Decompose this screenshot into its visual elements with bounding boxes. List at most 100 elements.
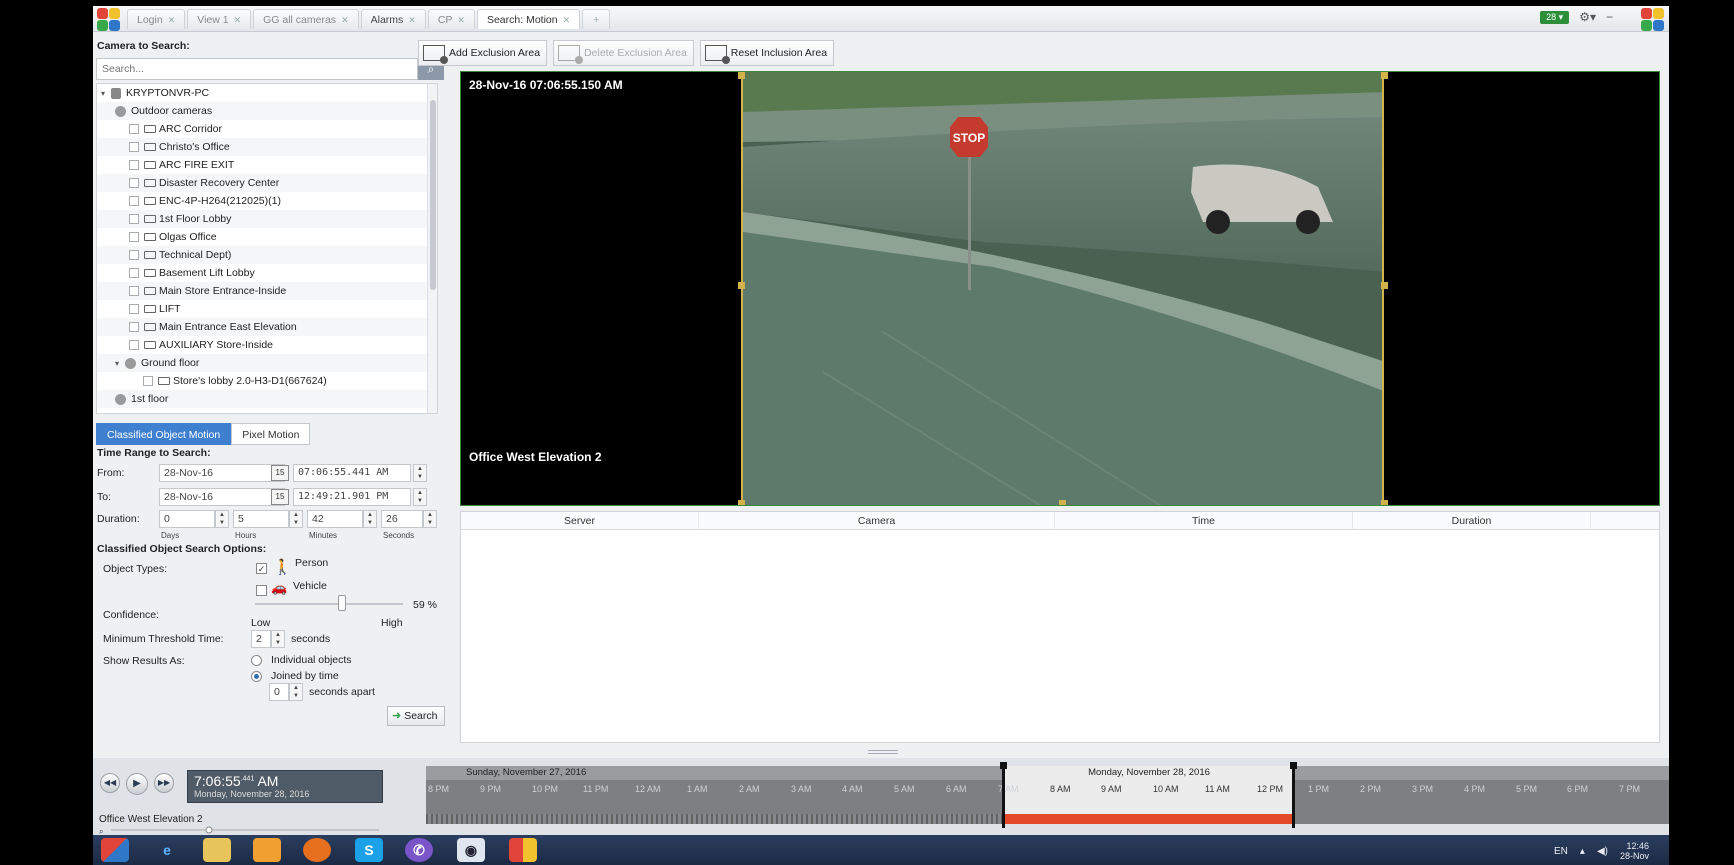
close-icon[interactable]: ✕ [234,15,242,25]
delete-exclusion-area-button[interactable]: Delete Exclusion Area [553,40,694,66]
tab-view-1[interactable]: View 1 ✕ [187,9,252,29]
timeline-track[interactable]: Sunday, November 27, 2016 Monday, Novemb… [426,762,1669,828]
viber-icon[interactable]: ✆ [405,838,433,862]
camera-checkbox[interactable] [129,268,139,279]
seconds-apart-field[interactable]: 0 [269,683,289,701]
volume-icon[interactable]: ◀) [1597,846,1608,857]
camera-checkbox[interactable] [129,124,139,135]
inclusion-handle[interactable] [738,72,745,79]
to-date-field[interactable]: 28-Nov-16 [159,488,285,506]
tab-search-motion[interactable]: Search: Motion ✕ [476,9,581,29]
tree-scrollbar[interactable] [427,84,437,413]
camera-checkbox[interactable] [143,376,153,387]
inclusion-handle[interactable] [1059,500,1066,505]
notification-badge[interactable]: 28 ▾ [1540,10,1570,24]
language-indicator[interactable]: EN [1554,846,1568,857]
camera-tree-item[interactable]: AUXILIARY Store-Inside [97,336,437,354]
from-time-stepper[interactable]: ▲ ▼ [413,464,427,482]
min-threshold-stepper[interactable]: ▲ ▼ [271,630,285,648]
column-header-duration[interactable]: Duration [1353,512,1591,530]
camera-tree-item[interactable]: ARC Corridor [97,120,437,138]
scrollbar-thumb[interactable] [430,100,436,290]
confidence-slider-thumb[interactable] [338,595,346,611]
eye-app-icon[interactable]: ◉ [457,838,485,862]
system-clock[interactable]: 12:46 28-Nov [1620,841,1649,861]
to-time-stepper[interactable]: ▲ ▼ [413,488,427,506]
column-header-camera[interactable]: Camera [699,512,1055,530]
camera-search-input[interactable] [96,58,418,80]
camera-tree-item[interactable]: Christo's Office [97,138,437,156]
chevron-down-icon[interactable]: ▾ [115,355,125,373]
step-forward-button[interactable]: ▶▶ [154,773,174,793]
person-checkbox[interactable]: ✓ [256,563,267,574]
camera-checkbox[interactable] [129,322,139,333]
minimize-button[interactable]: − [1606,10,1613,24]
inclusion-handle[interactable] [738,282,745,289]
camera-tree-item[interactable]: Disaster Recovery Center [97,174,437,192]
inclusion-handle[interactable] [738,500,745,505]
camera-checkbox[interactable] [129,142,139,153]
panel-splitter[interactable] [868,750,898,754]
inclusion-handle[interactable] [1381,500,1388,505]
individual-objects-radio[interactable] [251,655,262,666]
camera-tree-item[interactable]: ARC FIRE EXIT [97,156,437,174]
camera-checkbox[interactable] [129,250,139,261]
camera-tree-item[interactable]: Store's lobby 2.0-H3-D1(667624) [97,372,437,390]
camera-checkbox[interactable] [129,340,139,351]
tray-arrow-icon[interactable]: ▴ [1580,846,1585,857]
tab-login[interactable]: Login ✕ [127,9,186,29]
seconds-apart-stepper[interactable]: ▲ ▼ [289,683,303,701]
camera-tree-item[interactable]: Main Entrance East Elevation [97,318,437,336]
duration-days-stepper[interactable]: ▲ ▼ [215,510,229,528]
joined-by-time-radio[interactable] [251,671,262,682]
inclusion-handle[interactable] [1381,72,1388,79]
chevron-down-icon[interactable]: ▾ [101,85,111,103]
range-end-marker[interactable] [1290,762,1297,828]
duration-minutes-stepper[interactable]: ▲ ▼ [363,510,377,528]
search-button[interactable]: ➜ Search [387,706,445,726]
vehicle-checkbox[interactable] [256,585,267,596]
range-start-marker[interactable] [1000,762,1007,828]
calendar-icon[interactable]: 15 [271,489,289,505]
camera-tree-item[interactable]: LIFT [97,300,437,318]
play-button[interactable]: ▶ [126,773,148,795]
camera-checkbox[interactable] [129,286,139,297]
step-back-button[interactable]: ◀◀ [100,773,120,793]
pixel-motion-button[interactable]: Pixel Motion [231,423,311,445]
camera-tree-item[interactable]: Olgas Office [97,228,437,246]
internet-explorer-icon[interactable]: e [153,838,181,862]
start-icon[interactable] [101,838,129,862]
close-icon[interactable]: ✕ [341,15,349,25]
file-explorer-icon[interactable] [203,838,231,862]
tab-alarms[interactable]: Alarms ✕ [360,9,426,29]
camera-checkbox[interactable] [129,160,139,171]
close-icon[interactable]: ✕ [168,15,176,25]
camera-tree-item[interactable]: ENC-4P-H264(212025)(1) [97,192,437,210]
camera-checkbox[interactable] [129,214,139,225]
classified-object-motion-button[interactable]: Classified Object Motion [96,423,232,445]
confidence-slider-track[interactable] [255,603,403,605]
group-tree-item[interactable]: 1st floor [97,390,437,408]
from-time-field[interactable]: 07:06:55.441 AM [293,464,411,482]
firefox-icon[interactable] [303,838,331,862]
close-icon[interactable]: ✕ [563,15,571,25]
gear-icon[interactable]: ⚙▾ [1579,10,1596,24]
group-tree-item[interactable]: ▾ Ground floor [97,354,437,372]
camera-tree-item[interactable]: Technical Dept) [97,246,437,264]
new-tab-button[interactable]: + [582,9,611,29]
duration-days-field[interactable]: 0 [159,510,215,528]
duration-seconds-stepper[interactable]: ▲ ▼ [423,510,437,528]
camera-tree-item[interactable]: 1st Floor Lobby [97,210,437,228]
camera-checkbox[interactable] [129,304,139,315]
add-exclusion-area-button[interactable]: Add Exclusion Area [418,40,548,66]
to-time-field[interactable]: 12:49:21.901 PM [293,488,411,506]
min-threshold-field[interactable]: 2 [251,630,271,648]
tab-gg-all-cameras[interactable]: GG all cameras ✕ [253,9,359,29]
close-icon[interactable]: ✕ [457,15,465,25]
duration-hours-stepper[interactable]: ▲ ▼ [289,510,303,528]
vms-app-icon[interactable] [509,838,537,862]
inclusion-handle[interactable] [1381,282,1388,289]
group-tree-item[interactable]: Outdoor cameras [97,102,437,120]
inclusion-area[interactable]: STOP [741,72,1384,505]
camera-tree-item[interactable]: Main Store Entrance-Inside [97,282,437,300]
